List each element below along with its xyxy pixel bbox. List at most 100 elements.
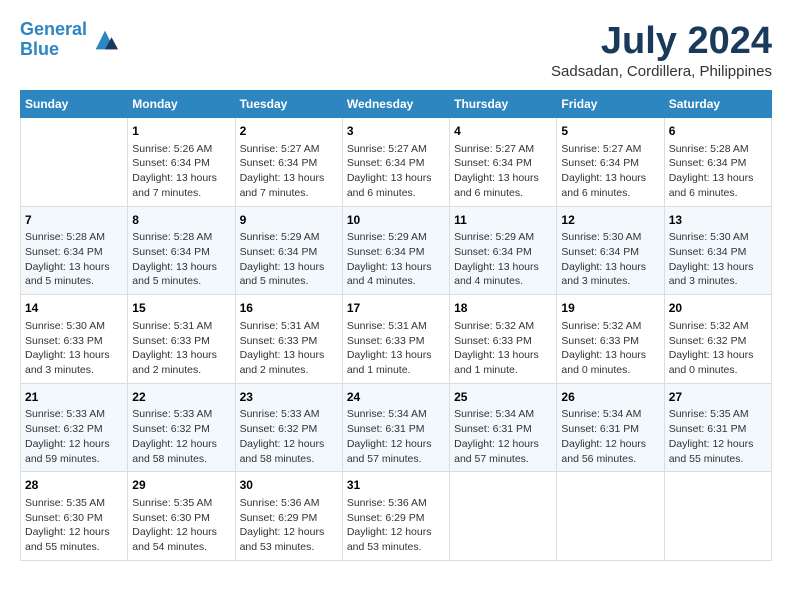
calendar-cell: 1 Sunrise: 5:26 AM Sunset: 6:34 PM Daylig…: [128, 118, 235, 207]
day-number: 18: [454, 300, 552, 317]
weekday-header-monday: Monday: [128, 91, 235, 118]
calendar-cell: 12Sunrise: 5:30 AM Sunset: 6:34 PM Dayli…: [557, 206, 664, 295]
calendar-week-row: 28 Sunrise: 5:35 AM Sunset: 6:30 PM Dayli…: [21, 472, 772, 561]
day-number: 1: [132, 123, 230, 140]
calendar-cell: 14 Sunrise: 5:30 AM Sunset: 6:33 PM Dayli…: [21, 295, 128, 384]
calendar-cell: 29Sunrise: 5:35 AM Sunset: 6:30 PM Dayli…: [128, 472, 235, 561]
calendar-week-row: 7 Sunrise: 5:28 AM Sunset: 6:34 PM Daylig…: [21, 206, 772, 295]
weekday-header-wednesday: Wednesday: [342, 91, 449, 118]
day-info: Sunrise: 5:30 AM Sunset: 6:34 PM Dayligh…: [561, 230, 659, 289]
day-info: Sunrise: 5:29 AM Sunset: 6:34 PM Dayligh…: [240, 230, 338, 289]
calendar-cell: 2Sunrise: 5:27 AM Sunset: 6:34 PM Daylig…: [235, 118, 342, 207]
day-number: 25: [454, 389, 552, 406]
weekday-header-saturday: Saturday: [664, 91, 771, 118]
calendar-cell: 3 Sunrise: 5:27 AM Sunset: 6:34 PM Daylig…: [342, 118, 449, 207]
calendar-cell: 21Sunrise: 5:33 AM Sunset: 6:32 PM Dayli…: [21, 383, 128, 472]
day-info: Sunrise: 5:27 AM Sunset: 6:34 PM Dayligh…: [347, 142, 445, 201]
calendar-cell: [664, 472, 771, 561]
weekday-header-thursday: Thursday: [450, 91, 557, 118]
subtitle: Sadsadan, Cordillera, Philippines: [551, 63, 772, 80]
day-number: 8: [132, 212, 230, 229]
day-info: Sunrise: 5:27 AM Sunset: 6:34 PM Dayligh…: [454, 142, 552, 201]
calendar-cell: 4 Sunrise: 5:27 AM Sunset: 6:34 PM Daylig…: [450, 118, 557, 207]
day-number: 24: [347, 389, 445, 406]
calendar-cell: 17Sunrise: 5:31 AM Sunset: 6:33 PM Dayli…: [342, 295, 449, 384]
day-info: Sunrise: 5:30 AM Sunset: 6:34 PM Dayligh…: [669, 230, 767, 289]
calendar-cell: 23Sunrise: 5:33 AM Sunset: 6:32 PM Dayli…: [235, 383, 342, 472]
day-number: 2: [240, 123, 338, 140]
day-number: 17: [347, 300, 445, 317]
day-info: Sunrise: 5:35 AM Sunset: 6:31 PM Dayligh…: [669, 407, 767, 466]
day-info: Sunrise: 5:33 AM Sunset: 6:32 PM Dayligh…: [132, 407, 230, 466]
calendar-cell: 19 Sunrise: 5:32 AM Sunset: 6:33 PM Dayli…: [557, 295, 664, 384]
day-info: Sunrise: 5:33 AM Sunset: 6:32 PM Dayligh…: [25, 407, 123, 466]
logo-text: General Blue: [20, 20, 87, 60]
calendar-cell: 20Sunrise: 5:32 AM Sunset: 6:32 PM Dayli…: [664, 295, 771, 384]
calendar-week-row: 1 Sunrise: 5:26 AM Sunset: 6:34 PM Daylig…: [21, 118, 772, 207]
day-number: 16: [240, 300, 338, 317]
calendar-cell: 31 Sunrise: 5:36 AM Sunset: 6:29 PM Dayli…: [342, 472, 449, 561]
day-info: Sunrise: 5:36 AM Sunset: 6:29 PM Dayligh…: [240, 496, 338, 555]
day-info: Sunrise: 5:34 AM Sunset: 6:31 PM Dayligh…: [347, 407, 445, 466]
day-number: 13: [669, 212, 767, 229]
day-info: Sunrise: 5:28 AM Sunset: 6:34 PM Dayligh…: [132, 230, 230, 289]
weekday-header-friday: Friday: [557, 91, 664, 118]
calendar-cell: 18 Sunrise: 5:32 AM Sunset: 6:33 PM Dayli…: [450, 295, 557, 384]
title-block: July 2024 Sadsadan, Cordillera, Philippi…: [551, 20, 772, 80]
calendar-cell: 10Sunrise: 5:29 AM Sunset: 6:34 PM Dayli…: [342, 206, 449, 295]
day-info: Sunrise: 5:35 AM Sunset: 6:30 PM Dayligh…: [25, 496, 123, 555]
calendar-cell: 9Sunrise: 5:29 AM Sunset: 6:34 PM Daylig…: [235, 206, 342, 295]
day-number: 22: [132, 389, 230, 406]
calendar-cell: 27Sunrise: 5:35 AM Sunset: 6:31 PM Dayli…: [664, 383, 771, 472]
logo-icon: [91, 26, 119, 54]
day-number: 10: [347, 212, 445, 229]
day-number: 31: [347, 477, 445, 494]
calendar-cell: 22Sunrise: 5:33 AM Sunset: 6:32 PM Dayli…: [128, 383, 235, 472]
calendar-header: SundayMondayTuesdayWednesdayThursdayFrid…: [21, 91, 772, 118]
calendar-cell: [21, 118, 128, 207]
day-number: 4: [454, 123, 552, 140]
calendar-cell: 8Sunrise: 5:28 AM Sunset: 6:34 PM Daylig…: [128, 206, 235, 295]
day-number: 20: [669, 300, 767, 317]
day-info: Sunrise: 5:29 AM Sunset: 6:34 PM Dayligh…: [454, 230, 552, 289]
main-title: July 2024: [551, 20, 772, 63]
day-number: 28: [25, 477, 123, 494]
day-number: 29: [132, 477, 230, 494]
calendar-week-row: 14 Sunrise: 5:30 AM Sunset: 6:33 PM Dayli…: [21, 295, 772, 384]
calendar-cell: [450, 472, 557, 561]
calendar-cell: 25Sunrise: 5:34 AM Sunset: 6:31 PM Dayli…: [450, 383, 557, 472]
day-info: Sunrise: 5:28 AM Sunset: 6:34 PM Dayligh…: [669, 142, 767, 201]
day-number: 27: [669, 389, 767, 406]
day-info: Sunrise: 5:26 AM Sunset: 6:34 PM Dayligh…: [132, 142, 230, 201]
day-number: 15: [132, 300, 230, 317]
logo-line2: Blue: [20, 39, 59, 59]
calendar-table: SundayMondayTuesdayWednesdayThursdayFrid…: [20, 90, 772, 561]
day-info: Sunrise: 5:31 AM Sunset: 6:33 PM Dayligh…: [240, 319, 338, 378]
day-info: Sunrise: 5:32 AM Sunset: 6:33 PM Dayligh…: [561, 319, 659, 378]
weekday-header-row: SundayMondayTuesdayWednesdayThursdayFrid…: [21, 91, 772, 118]
day-info: Sunrise: 5:32 AM Sunset: 6:33 PM Dayligh…: [454, 319, 552, 378]
day-number: 30: [240, 477, 338, 494]
day-number: 6: [669, 123, 767, 140]
day-number: 21: [25, 389, 123, 406]
calendar-cell: 26Sunrise: 5:34 AM Sunset: 6:31 PM Dayli…: [557, 383, 664, 472]
day-number: 11: [454, 212, 552, 229]
day-info: Sunrise: 5:30 AM Sunset: 6:33 PM Dayligh…: [25, 319, 123, 378]
day-info: Sunrise: 5:36 AM Sunset: 6:29 PM Dayligh…: [347, 496, 445, 555]
calendar-cell: 28 Sunrise: 5:35 AM Sunset: 6:30 PM Dayli…: [21, 472, 128, 561]
day-number: 26: [561, 389, 659, 406]
page-header: General Blue July 2024 Sadsadan, Cordill…: [20, 20, 772, 80]
calendar-cell: 13Sunrise: 5:30 AM Sunset: 6:34 PM Dayli…: [664, 206, 771, 295]
day-info: Sunrise: 5:31 AM Sunset: 6:33 PM Dayligh…: [132, 319, 230, 378]
day-number: 3: [347, 123, 445, 140]
calendar-cell: 6 Sunrise: 5:28 AM Sunset: 6:34 PM Daylig…: [664, 118, 771, 207]
calendar-body: 1 Sunrise: 5:26 AM Sunset: 6:34 PM Daylig…: [21, 118, 772, 561]
day-number: 14: [25, 300, 123, 317]
day-number: 19: [561, 300, 659, 317]
day-info: Sunrise: 5:34 AM Sunset: 6:31 PM Dayligh…: [561, 407, 659, 466]
weekday-header-sunday: Sunday: [21, 91, 128, 118]
day-info: Sunrise: 5:34 AM Sunset: 6:31 PM Dayligh…: [454, 407, 552, 466]
day-info: Sunrise: 5:27 AM Sunset: 6:34 PM Dayligh…: [561, 142, 659, 201]
day-number: 9: [240, 212, 338, 229]
day-number: 7: [25, 212, 123, 229]
